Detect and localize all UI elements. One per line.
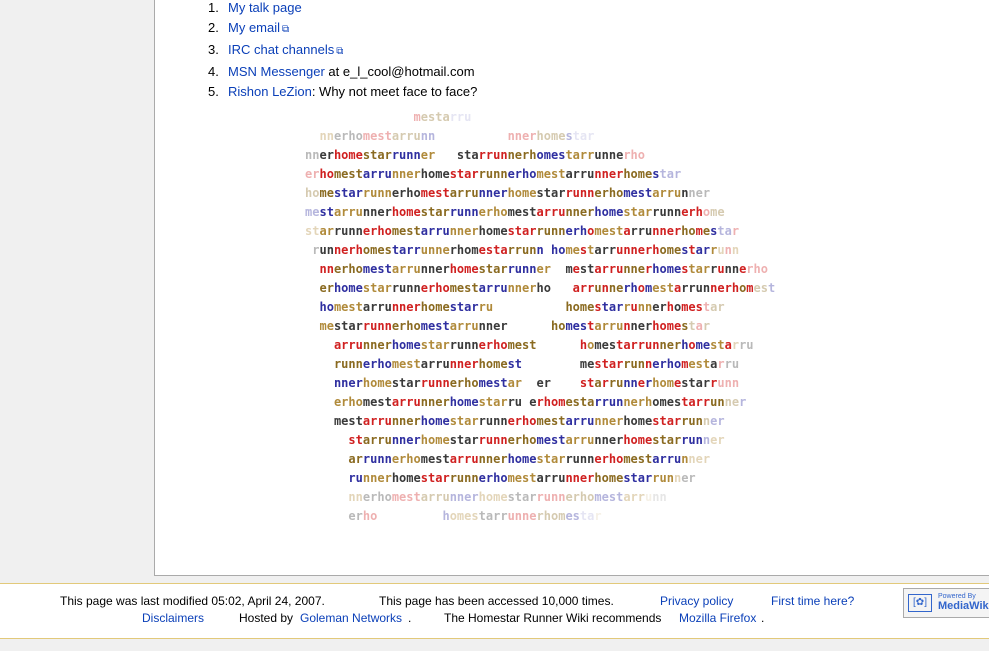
contact-item: 1. My talk page <box>208 0 477 18</box>
ascii-line: arrunnerhomestarrunnerhomest homestarrun… <box>333 338 754 352</box>
ascii-line: arrunnerhomestarrunnerhomestarrunnerhome… <box>348 452 711 466</box>
content-area: 1. My talk page 2. My email ⧉ 3. IRC chat chan… <box>154 0 989 576</box>
ascii-line: runnerhomestarrunnerhomestarrunn homesta… <box>312 243 740 257</box>
last-modified: This page was last modified 05:02, April… <box>60 594 325 608</box>
privacy-policy-link[interactable]: Privacy policy <box>660 594 733 608</box>
hosted-period: . <box>408 611 412 625</box>
external-link-icon: ⧉ <box>336 46 344 57</box>
ascii-art-homestar: mestarru nnerhomestarrunn nnerhomestar nn… <box>305 108 775 526</box>
ascii-line: nnerhomestarrunner starrunnerhomestarrun… <box>305 148 646 162</box>
list-number: 5. <box>208 84 219 99</box>
ascii-line: homestarrunnerhomestarru homestarrunnerh… <box>319 300 725 314</box>
contact-link[interactable]: My talk page <box>228 0 302 15</box>
ascii-line: starrunnerhomestarrunnerhomestarrunnerho… <box>348 433 725 447</box>
goleman-networks-link[interactable]: Goleman Networks <box>300 611 402 625</box>
ascii-line: nnerhomestarrunnerhomestar er starrunner… <box>333 376 740 390</box>
badge-line2: MediaWiki <box>938 600 989 612</box>
contact-link[interactable]: MSN Messenger <box>228 64 325 79</box>
ascii-line: erhomestarrunnerhomestarrunnerho arrunne… <box>319 281 776 295</box>
access-count: This page has been accessed 10,000 times… <box>379 594 614 608</box>
hosted-by-label: Hosted by <box>239 611 294 625</box>
contact-item: 4. MSN Messenger at e_l_cool@hotmail.com <box>208 62 477 82</box>
ascii-line: nnerhomestarrunnerhomestarrunnerhomestar… <box>348 490 667 504</box>
ascii-line: erho homestarrunnerhomestar <box>348 509 602 523</box>
recommends-period: . <box>761 611 765 625</box>
list-number: 3. <box>208 42 219 57</box>
contact-item: 2. My email ⧉ <box>208 18 477 40</box>
contact-item: 3. IRC chat channels ⧉ <box>208 40 477 62</box>
ascii-line: mestarrunnerhomestarrunner homestarrunne… <box>319 319 711 333</box>
ascii-line: mestarrunnerhomestarrunnerhomestarrunner… <box>305 205 725 219</box>
contact-list: 1. My talk page 2. My email ⧉ 3. IRC chat chan… <box>208 0 477 102</box>
ascii-line: starrunnerhomestarrunnerhomestarrunnerho… <box>305 224 740 238</box>
contact-link[interactable]: IRC chat channels <box>228 42 334 57</box>
ascii-line: homestarrunnerhomestarrunnerhomestarrunn… <box>305 186 711 200</box>
ascii-line: mestarru <box>413 110 472 124</box>
first-time-link[interactable]: First time here? <box>771 594 854 608</box>
contact-link[interactable]: My email <box>228 20 280 35</box>
ascii-line: runnerhomestarrunnerhomestarrunnerhomest… <box>348 471 696 485</box>
external-link-icon: ⧉ <box>282 24 290 35</box>
ascii-line: runnerhomestarrunnerhomest mestarrunnerh… <box>333 357 740 371</box>
list-number: 1. <box>208 0 219 15</box>
footer: This page was last modified 05:02, April… <box>0 583 989 639</box>
contact-suffix: at e_l_cool@hotmail.com <box>324 64 475 79</box>
list-number: 4. <box>208 64 219 79</box>
ascii-line: nnerhomestarrunn nnerhomestar <box>319 129 595 143</box>
ascii-line: mestarrunnerhomestarrunnerhomestarrunner… <box>333 414 725 428</box>
ascii-line: erhomestarrunnerhomestarrunnerhomestarru… <box>305 167 682 181</box>
mediawiki-logo-icon: [✿] <box>908 594 932 612</box>
recommends-label: The Homestar Runner Wiki recommends <box>444 611 662 625</box>
contact-link[interactable]: Rishon LeZion <box>228 84 312 99</box>
disclaimers-link[interactable]: Disclaimers <box>142 611 204 625</box>
contact-suffix: : Why not meet face to face? <box>311 84 478 99</box>
ascii-line: nnerhomestarrunnerhomestarrunner mestarr… <box>319 262 768 276</box>
list-number: 2. <box>208 20 219 35</box>
powered-by-mediawiki-badge[interactable]: [✿] Powered By MediaWiki <box>903 588 989 618</box>
firefox-link[interactable]: Mozilla Firefox <box>679 611 756 625</box>
contact-item: 5. Rishon LeZion: Why not meet face to fa… <box>208 82 477 102</box>
ascii-line: erhomestarrunnerhomestarru erhomestarrun… <box>333 395 747 409</box>
